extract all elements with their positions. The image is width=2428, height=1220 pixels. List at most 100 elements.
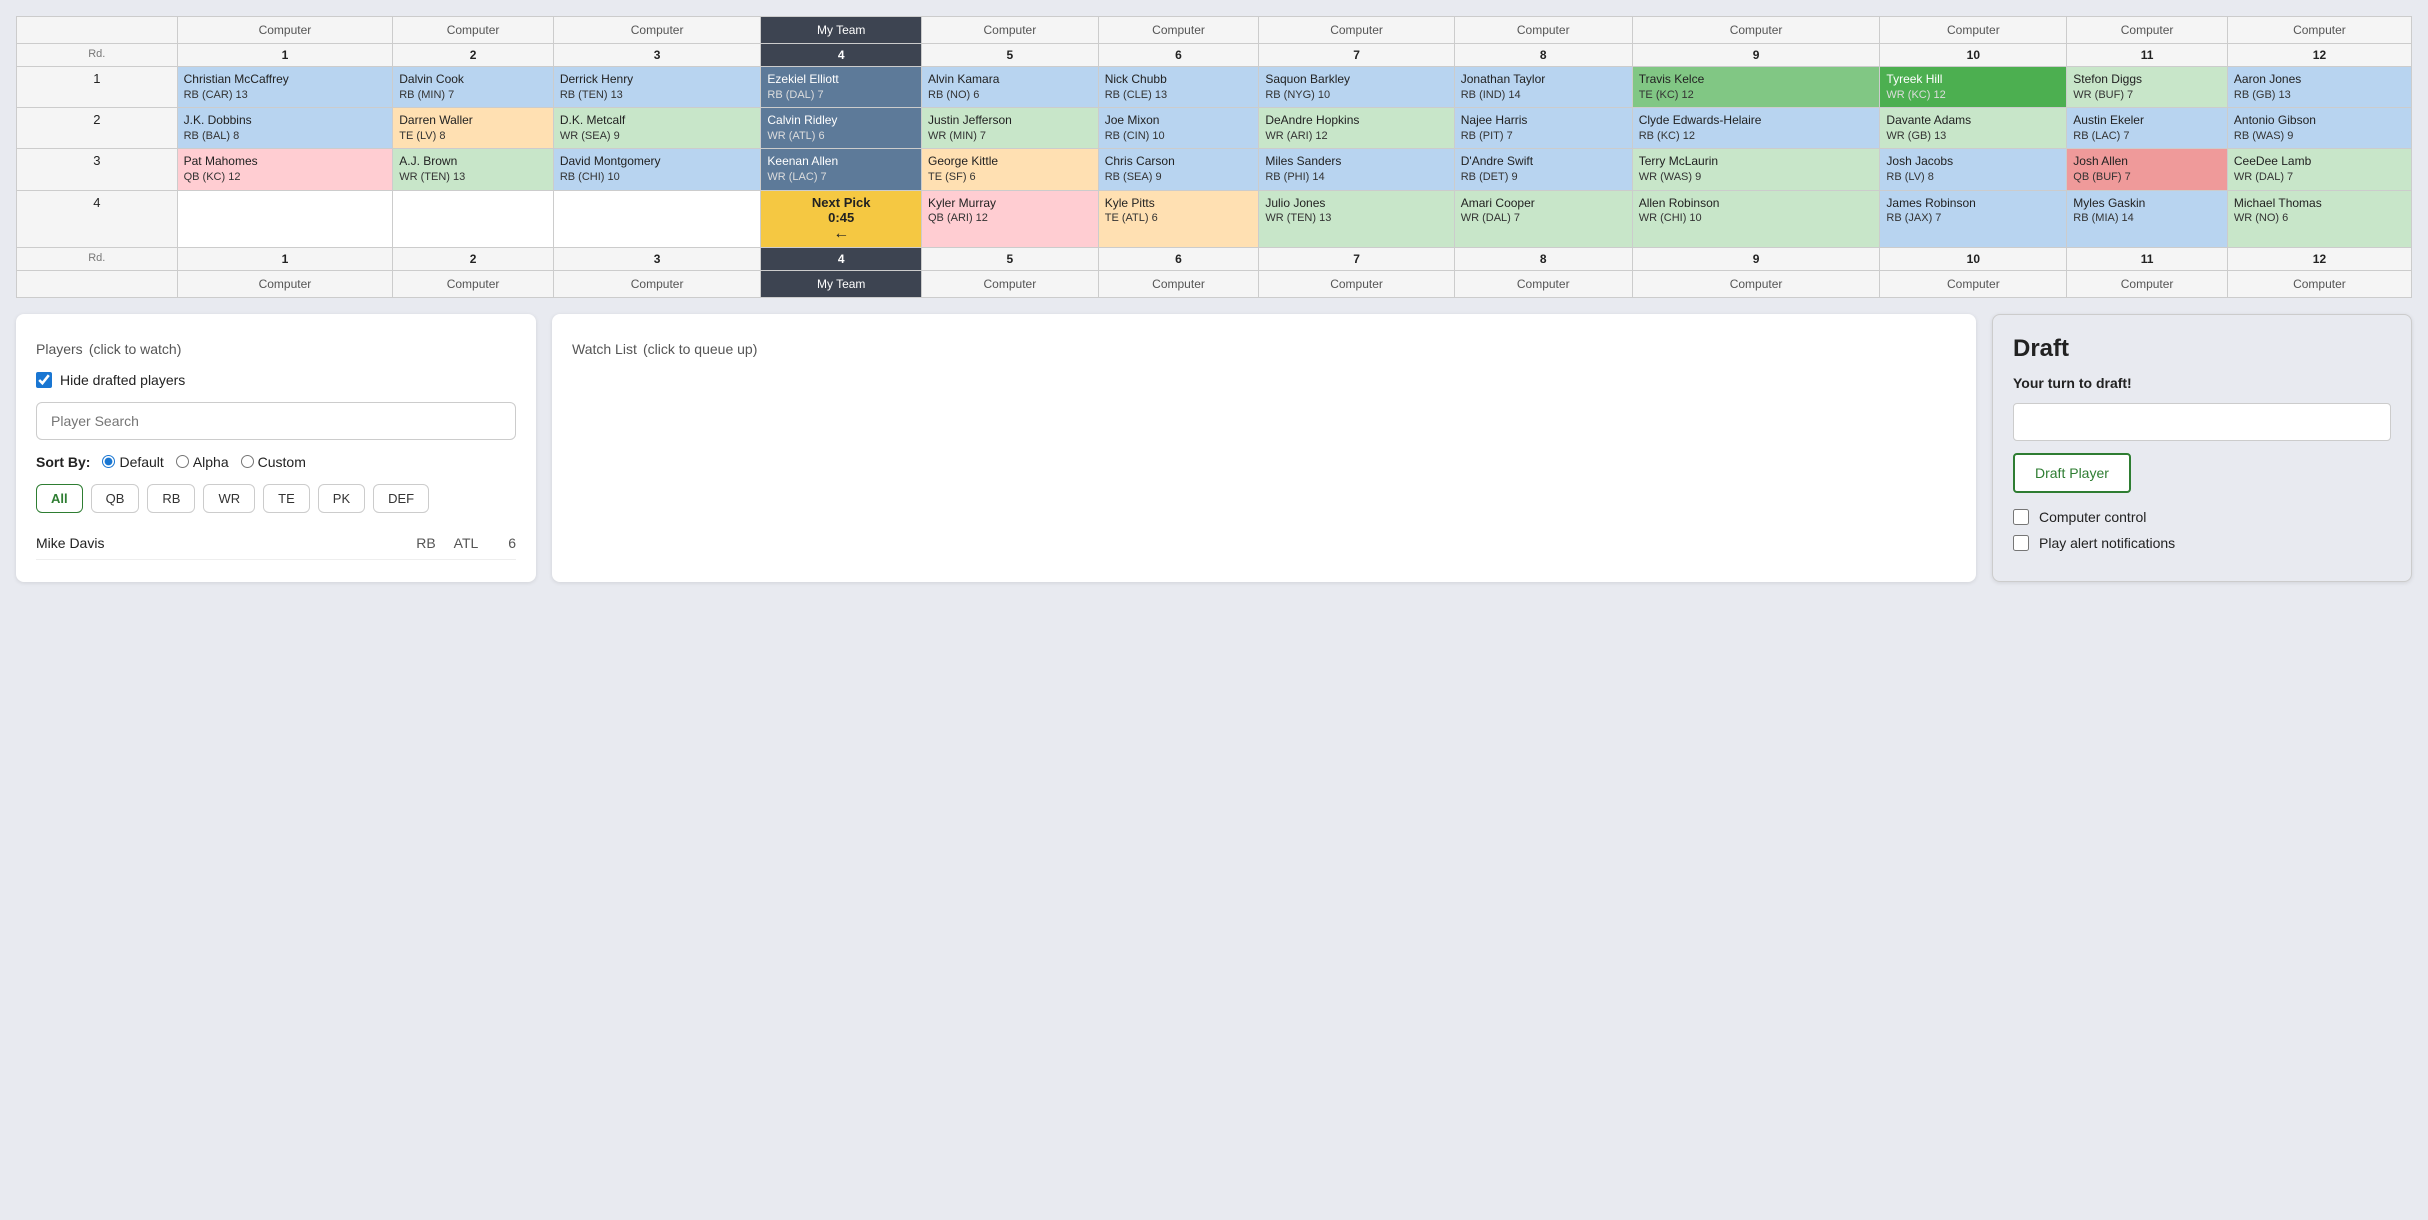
watchlist-panel-title: Watch List (click to queue up) <box>572 334 1956 360</box>
player-team: ATL <box>446 535 486 551</box>
player-r2c12[interactable]: Antonio GibsonRB (WAS) 9 <box>2227 108 2411 149</box>
computer-control-checkbox[interactable] <box>2013 509 2029 525</box>
pick-4-myteam: 4 <box>761 44 922 67</box>
player-r3c1[interactable]: Pat MahomesQB (KC) 12 <box>177 149 393 190</box>
sort-custom[interactable]: Custom <box>241 454 306 470</box>
pick-11: 11 <box>2067 44 2228 67</box>
round-4-label: 4 <box>17 190 178 247</box>
player-r4c11[interactable]: Myles GaskinRB (MIA) 14 <box>2067 190 2228 247</box>
pick-b12: 12 <box>2227 247 2411 270</box>
player-r1c2[interactable]: Dalvin CookRB (MIN) 7 <box>393 67 554 108</box>
sort-alpha-radio[interactable] <box>176 455 189 468</box>
player-r3c2[interactable]: A.J. BrownWR (TEN) 13 <box>393 149 554 190</box>
player-r1c3[interactable]: Derrick HenryRB (TEN) 13 <box>553 67 761 108</box>
player-r3c11[interactable]: Josh AllenQB (BUF) 7 <box>2067 149 2228 190</box>
pos-filter-rb[interactable]: RB <box>147 484 195 513</box>
player-r1c6[interactable]: Nick ChubbRB (CLE) 13 <box>1098 67 1259 108</box>
player-r3c9[interactable]: Terry McLaurinWR (WAS) 9 <box>1632 149 1880 190</box>
player-r2c7[interactable]: DeAndre HopkinsWR (ARI) 12 <box>1259 108 1454 149</box>
pick-number-row: Rd. 1 2 3 4 5 6 7 8 9 10 11 12 <box>17 44 2412 67</box>
pos-filter-wr[interactable]: WR <box>203 484 255 513</box>
pick-b10: 10 <box>1880 247 2067 270</box>
player-r3c3[interactable]: David MontgomeryRB (CHI) 10 <box>553 149 761 190</box>
hide-drafted-checkbox[interactable] <box>36 372 52 388</box>
players-panel: Players (click to watch) Hide drafted pl… <box>16 314 536 582</box>
player-r1c4-myteam[interactable]: Ezekiel ElliottRB (DAL) 7 <box>761 67 922 108</box>
sort-alpha-label: Alpha <box>193 454 229 470</box>
pick-6: 6 <box>1098 44 1259 67</box>
player-r2c2[interactable]: Darren WallerTE (LV) 8 <box>393 108 554 149</box>
player-r4c6[interactable]: Kyle PittsTE (ATL) 6 <box>1098 190 1259 247</box>
player-pos: RB <box>406 535 446 551</box>
player-r4c3 <box>553 190 761 247</box>
pick-b3: 3 <box>553 247 761 270</box>
draft-player-input[interactable] <box>2013 403 2391 441</box>
sort-alpha[interactable]: Alpha <box>176 454 229 470</box>
player-r4c9[interactable]: Allen RobinsonWR (CHI) 10 <box>1632 190 1880 247</box>
player-r4c7[interactable]: Julio JonesWR (TEN) 13 <box>1259 190 1454 247</box>
pick-b6: 6 <box>1098 247 1259 270</box>
team-col-b11: Computer <box>2067 270 2228 297</box>
team-col-10: Computer <box>1880 17 2067 44</box>
play-alerts-checkbox[interactable] <box>2013 535 2029 551</box>
pick-b7: 7 <box>1259 247 1454 270</box>
pos-filter-te[interactable]: TE <box>263 484 310 513</box>
pick-9: 9 <box>1632 44 1880 67</box>
player-r2c11[interactable]: Austin EkelerRB (LAC) 7 <box>2067 108 2228 149</box>
player-r3c12[interactable]: CeeDee LambWR (DAL) 7 <box>2227 149 2411 190</box>
pick-b1: 1 <box>177 247 393 270</box>
draft-table: Computer Computer Computer My Team Compu… <box>16 16 2412 298</box>
pos-filter-qb[interactable]: QB <box>91 484 140 513</box>
player-r1c8[interactable]: Jonathan TaylorRB (IND) 14 <box>1454 67 1632 108</box>
team-col-7: Computer <box>1259 17 1454 44</box>
team-col-11: Computer <box>2067 17 2228 44</box>
player-r1c9[interactable]: Travis KelceTE (KC) 12 <box>1632 67 1880 108</box>
player-r1c7[interactable]: Saquon BarkleyRB (NYG) 10 <box>1259 67 1454 108</box>
player-r4c8[interactable]: Amari CooperWR (DAL) 7 <box>1454 190 1632 247</box>
player-r1c11[interactable]: Stefon DiggsWR (BUF) 7 <box>2067 67 2228 108</box>
player-r2c9[interactable]: Clyde Edwards-HelaireRB (KC) 12 <box>1632 108 1880 149</box>
player-r3c4-myteam[interactable]: Keenan AllenWR (LAC) 7 <box>761 149 922 190</box>
team-col-b2: Computer <box>393 270 554 297</box>
round-1-label: 1 <box>17 67 178 108</box>
team-col-b7: Computer <box>1259 270 1454 297</box>
player-r2c5[interactable]: Justin JeffersonWR (MIN) 7 <box>922 108 1099 149</box>
player-r3c6[interactable]: Chris CarsonRB (SEA) 9 <box>1098 149 1259 190</box>
player-r3c10[interactable]: Josh JacobsRB (LV) 8 <box>1880 149 2067 190</box>
player-r2c4-myteam[interactable]: Calvin RidleyWR (ATL) 6 <box>761 108 922 149</box>
hide-drafted-row: Hide drafted players <box>36 372 516 388</box>
team-col-3: Computer <box>553 17 761 44</box>
players-title-main: Players <box>36 341 83 357</box>
sort-custom-radio[interactable] <box>241 455 254 468</box>
player-r2c6[interactable]: Joe MixonRB (CIN) 10 <box>1098 108 1259 149</box>
list-item[interactable]: Mike Davis RB ATL 6 <box>36 527 516 560</box>
player-r4c10[interactable]: James RobinsonRB (JAX) 7 <box>1880 190 2067 247</box>
pos-filter-pk[interactable]: PK <box>318 484 365 513</box>
draft-player-button[interactable]: Draft Player <box>2013 453 2131 493</box>
player-r4c12[interactable]: Michael ThomasWR (NO) 6 <box>2227 190 2411 247</box>
player-r1c10[interactable]: Tyreek HillWR (KC) 12 <box>1880 67 2067 108</box>
pos-filter-all[interactable]: All <box>36 484 83 513</box>
sort-default-radio[interactable] <box>102 455 115 468</box>
player-search-input[interactable] <box>36 402 516 440</box>
player-r3c5[interactable]: George KittleTE (SF) 6 <box>922 149 1099 190</box>
player-r1c1[interactable]: Christian McCaffreyRB (CAR) 13 <box>177 67 393 108</box>
player-r3c8[interactable]: D'Andre SwiftRB (DET) 9 <box>1454 149 1632 190</box>
player-r2c8[interactable]: Najee HarrisRB (PIT) 7 <box>1454 108 1632 149</box>
pick-b2: 2 <box>393 247 554 270</box>
player-r2c1[interactable]: J.K. DobbinsRB (BAL) 8 <box>177 108 393 149</box>
sort-by-label: Sort By: <box>36 454 90 470</box>
player-r1c5[interactable]: Alvin KamaraRB (NO) 6 <box>922 67 1099 108</box>
player-r4c5[interactable]: Kyler MurrayQB (ARI) 12 <box>922 190 1099 247</box>
play-alerts-label: Play alert notifications <box>2039 535 2175 551</box>
sort-default[interactable]: Default <box>102 454 163 470</box>
player-r3c7[interactable]: Miles SandersRB (PHI) 14 <box>1259 149 1454 190</box>
pos-filter-def[interactable]: DEF <box>373 484 429 513</box>
player-r2c3[interactable]: D.K. MetcalfWR (SEA) 9 <box>553 108 761 149</box>
pick-7: 7 <box>1259 44 1454 67</box>
player-r1c12[interactable]: Aaron JonesRB (GB) 13 <box>2227 67 2411 108</box>
round-2-label: 2 <box>17 108 178 149</box>
team-col-b12: Computer <box>2227 270 2411 297</box>
player-r2c10[interactable]: Davante AdamsWR (GB) 13 <box>1880 108 2067 149</box>
watchlist-panel: Watch List (click to queue up) <box>552 314 1976 582</box>
